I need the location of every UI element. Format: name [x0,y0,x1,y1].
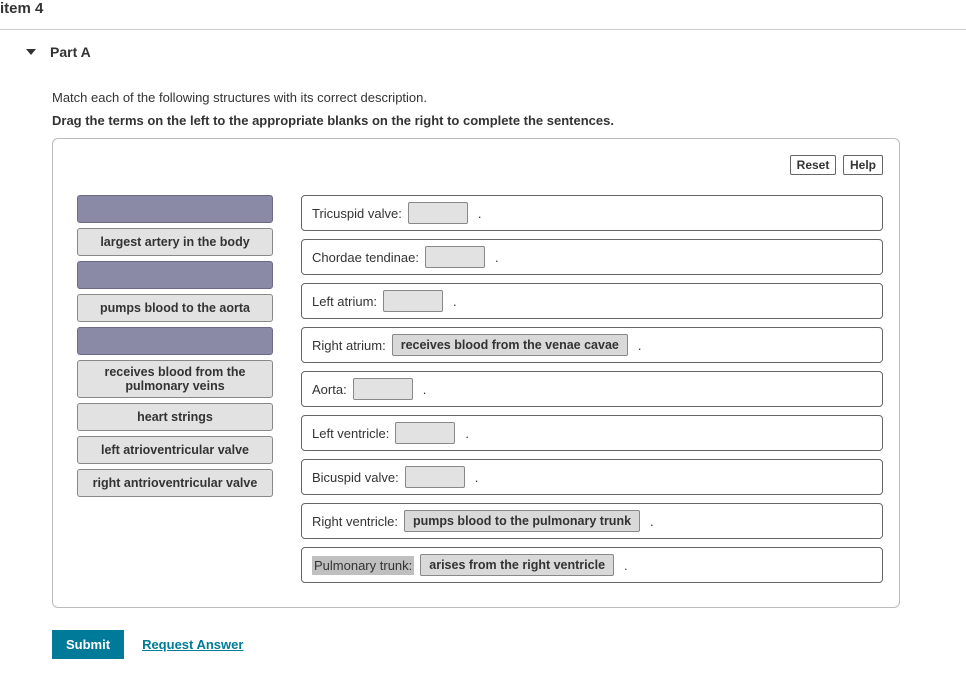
drop-target[interactable] [353,378,413,400]
sentence-row[interactable]: Aorta:. [301,371,883,407]
sentence-row[interactable]: Left ventricle:. [301,415,883,451]
instruction-text: Drag the terms on the left to the approp… [52,113,900,128]
draggable-term[interactable]: pumps blood to the aorta [77,294,273,322]
draggable-term[interactable]: receives blood from the pulmonary veins [77,360,273,398]
arena-content: largest artery in the body pumps blood to… [69,195,883,583]
sentence-label: Bicuspid valve: [312,470,399,485]
sentence-row[interactable]: Tricuspid valve:. [301,195,883,231]
sentence-period: . [650,514,654,529]
chevron-down-icon [26,49,36,55]
drop-target[interactable] [425,246,485,268]
draggable-term-used [77,261,273,289]
drop-target[interactable]: receives blood from the venae cavae [392,334,628,356]
sentence-label: Pulmonary trunk: [312,556,414,575]
sentence-period: . [478,206,482,221]
drop-target[interactable]: pumps blood to the pulmonary trunk [404,510,640,532]
drop-target[interactable] [408,202,468,224]
sentence-row[interactable]: Pulmonary trunk: arises from the right ve… [301,547,883,583]
footer-row: Submit Request Answer [52,630,900,659]
part-container: Part A Match each of the following struc… [0,29,966,659]
item-label: item 4 [0,0,43,17]
sentence-period: . [624,558,628,573]
item-header: item 4 [0,0,966,25]
sentence-period: . [495,250,499,265]
sentence-row[interactable]: Chordae tendinae:. [301,239,883,275]
sentence-label: Right atrium: [312,338,386,353]
sentences-column: Tricuspid valve:.Chordae tendinae:.Left … [301,195,883,583]
sentence-row[interactable]: Right ventricle: pumps blood to the pulmo… [301,503,883,539]
sentence-label: Right ventricle: [312,514,398,529]
sentence-label: Aorta: [312,382,347,397]
drop-target[interactable]: arises from the right ventricle [420,554,614,576]
arena-buttons: Reset Help [69,155,883,175]
draggable-term[interactable]: heart strings [77,403,273,431]
request-answer-link[interactable]: Request Answer [142,637,243,652]
sentence-row[interactable]: Left atrium:. [301,283,883,319]
sentence-label: Chordae tendinae: [312,250,419,265]
drop-target[interactable] [405,466,465,488]
sentence-period: . [423,382,427,397]
sentence-row[interactable]: Right atrium: receives blood from the ven… [301,327,883,363]
sentence-label: Left ventricle: [312,426,389,441]
draggable-term[interactable]: left atrioventricular valve [77,436,273,464]
sentence-period: . [465,426,469,441]
help-button[interactable]: Help [843,155,883,175]
sentence-period: . [453,294,457,309]
part-title: Part A [50,44,91,60]
part-header[interactable]: Part A [0,44,966,60]
draggable-term-used [77,327,273,355]
sentence-period: . [475,470,479,485]
reset-button[interactable]: Reset [790,155,837,175]
terms-column: largest artery in the body pumps blood to… [69,195,273,497]
sentence-label: Left atrium: [312,294,377,309]
part-body: Match each of the following structures w… [0,60,900,659]
draggable-term[interactable]: largest artery in the body [77,228,273,256]
drop-target[interactable] [395,422,455,444]
prompt-text: Match each of the following structures w… [52,90,900,105]
drag-drop-arena: Reset Help largest artery in the body pum… [52,138,900,608]
drop-target[interactable] [383,290,443,312]
submit-button[interactable]: Submit [52,630,124,659]
draggable-term[interactable]: right antrioventricular valve [77,469,273,497]
sentence-row[interactable]: Bicuspid valve:. [301,459,883,495]
draggable-term-used [77,195,273,223]
sentence-label: Tricuspid valve: [312,206,402,221]
sentence-period: . [638,338,642,353]
